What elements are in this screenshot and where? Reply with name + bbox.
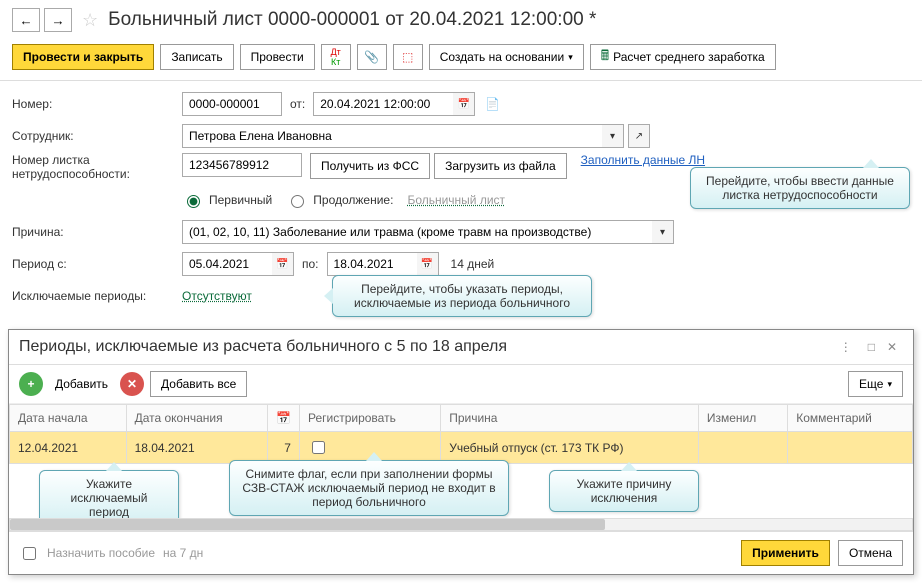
cell-comment[interactable] (788, 432, 913, 464)
dt-kt-button[interactable]: ДтКт (321, 44, 351, 70)
menu-icon[interactable]: ⋮ (840, 340, 852, 354)
reason-label: Причина: (12, 225, 182, 239)
cancel-button[interactable]: Отмена (838, 540, 903, 566)
apply-button[interactable]: Применить (741, 540, 830, 566)
period-to-input[interactable] (327, 252, 417, 276)
calendar-icon[interactable]: 📅 (453, 92, 475, 116)
period-from-input[interactable] (182, 252, 272, 276)
cell-days[interactable]: 7 (268, 432, 300, 464)
add-button[interactable]: Добавить (49, 371, 114, 397)
continuation-radio[interactable] (291, 195, 304, 208)
back-button[interactable]: ← (12, 8, 40, 32)
page-title: Больничный лист 0000-000001 от 20.04.202… (108, 9, 596, 31)
subwindow-title: Периоды, исключаемые из расчета больничн… (19, 338, 830, 356)
attach-button[interactable]: 📎 (357, 44, 387, 70)
sheet-number-label: Номер листка нетрудоспособности: (12, 153, 182, 181)
create-based-on-label: Создать на основании (440, 50, 565, 64)
load-from-file-button[interactable]: Загрузить из файла (434, 153, 567, 179)
callout-period-text: Укажите исключаемый период (70, 477, 147, 519)
col-start[interactable]: Дата начала (10, 405, 127, 432)
structure-button[interactable]: ⬚ (393, 44, 423, 70)
callout-flag-text: Снимите флаг, если при заполнении формы … (242, 467, 495, 509)
dt-kt-icon: ДтКт (331, 47, 341, 67)
forward-button[interactable]: → (44, 8, 72, 32)
table-row[interactable]: 12.04.2021 18.04.2021 7 Учебный отпуск (… (10, 432, 913, 464)
calendar-icon: 📅 (276, 411, 291, 425)
callout-fill-ln: Перейдите, чтобы ввести данные листка не… (690, 167, 910, 209)
from-label: от: (290, 97, 305, 111)
dropdown-icon[interactable]: ▾ (652, 220, 674, 244)
excluded-periods-window: Периоды, исключаемые из расчета больничн… (8, 329, 914, 575)
callout-fill-ln-text: Перейдите, чтобы ввести данные листка не… (706, 174, 894, 202)
scrollbar-thumb[interactable] (10, 519, 605, 530)
col-comment[interactable]: Комментарий (788, 405, 913, 432)
period-to-label: по: (302, 257, 319, 271)
close-icon[interactable]: ✕ (887, 340, 897, 354)
open-ref-icon[interactable]: ↗ (628, 124, 650, 148)
chevron-down-icon: ▾ (887, 379, 892, 390)
maximize-icon[interactable]: □ (868, 340, 875, 354)
col-changed[interactable]: Изменил (698, 405, 787, 432)
assign-benefit-days: на 7 дн (163, 546, 203, 560)
doc-status-icon[interactable]: 📄 (485, 97, 500, 111)
continuation-label: Продолжение: (313, 193, 393, 207)
callout-excluded-text: Перейдите, чтобы указать периоды, исключ… (354, 282, 570, 310)
chevron-down-icon: ▾ (568, 52, 573, 63)
get-from-fss-button[interactable]: Получить из ФСС (310, 153, 430, 179)
reason-select[interactable] (182, 220, 652, 244)
primary-radio[interactable] (187, 195, 200, 208)
paperclip-icon: 📎 (364, 50, 379, 64)
callout-flag: Снимите флаг, если при заполнении формы … (229, 460, 509, 516)
assign-benefit-checkbox[interactable] (23, 547, 36, 560)
number-input[interactable] (182, 92, 282, 116)
structure-icon: ⬚ (402, 50, 413, 64)
horizontal-scrollbar[interactable] (9, 518, 913, 531)
callout-reason-text: Укажите причину исключения (577, 477, 672, 505)
periods-table: Дата начала Дата окончания 📅 Регистриров… (9, 404, 913, 464)
assign-benefit-label: Назначить пособие (47, 546, 155, 560)
delete-button[interactable]: ✕ (120, 372, 144, 396)
col-calendar[interactable]: 📅 (268, 405, 300, 432)
add-icon: + (19, 372, 43, 396)
employee-label: Сотрудник: (12, 129, 182, 143)
arrow-left-icon: ← (19, 13, 32, 28)
number-label: Номер: (12, 97, 182, 111)
cell-start[interactable]: 12.04.2021 (10, 432, 127, 464)
excluded-label: Исключаемые периоды: (12, 289, 182, 303)
more-button[interactable]: Еще ▾ (848, 371, 903, 397)
sheet-number-input[interactable] (182, 153, 302, 177)
register-checkbox[interactable] (312, 441, 325, 454)
continuation-link[interactable]: Больничный лист (407, 193, 505, 207)
cell-reason[interactable]: Учебный отпуск (ст. 173 ТК РФ) (441, 432, 699, 464)
calc-average-button[interactable]: 🖩 Расчет среднего заработка (590, 44, 776, 70)
col-reason[interactable]: Причина (441, 405, 699, 432)
calendar-icon[interactable]: 📅 (272, 252, 294, 276)
calc-average-label: Расчет среднего заработка (613, 50, 765, 64)
col-end[interactable]: Дата окончания (126, 405, 267, 432)
post-button[interactable]: Провести (240, 44, 315, 70)
star-icon[interactable]: ☆ (82, 10, 98, 31)
cell-changed[interactable] (698, 432, 787, 464)
period-from-label: Период с: (12, 257, 182, 271)
callout-reason: Укажите причину исключения (549, 470, 699, 512)
arrow-right-icon: → (51, 13, 64, 28)
fill-ln-link[interactable]: Заполнить данные ЛН (581, 153, 705, 167)
cell-end[interactable]: 18.04.2021 (126, 432, 267, 464)
days-text: 14 дней (451, 257, 495, 271)
date-input[interactable] (313, 92, 453, 116)
col-register[interactable]: Регистрировать (299, 405, 440, 432)
dropdown-icon[interactable]: ▾ (602, 124, 624, 148)
primary-label: Первичный (209, 193, 272, 207)
post-and-close-button[interactable]: Провести и закрыть (12, 44, 154, 70)
employee-input[interactable] (182, 124, 602, 148)
calendar-icon[interactable]: 📅 (417, 252, 439, 276)
callout-excluded: Перейдите, чтобы указать периоды, исключ… (332, 275, 592, 317)
add-all-button[interactable]: Добавить все (150, 371, 247, 397)
save-button[interactable]: Записать (160, 44, 233, 70)
create-based-on-button[interactable]: Создать на основании ▾ (429, 44, 584, 70)
calculator-icon: 🖩 (601, 45, 609, 69)
more-label: Еще (859, 377, 883, 391)
excluded-periods-link[interactable]: Отсутствуют (182, 289, 252, 303)
